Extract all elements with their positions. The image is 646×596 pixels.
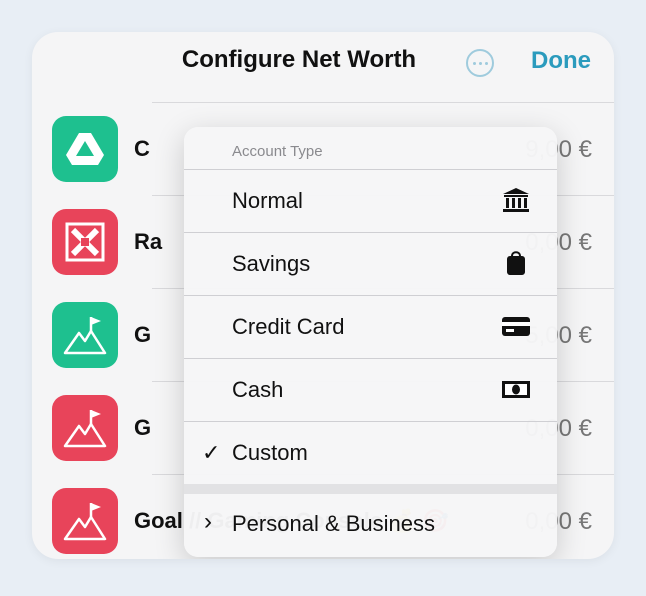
drive-icon <box>52 116 118 182</box>
divider <box>184 169 557 170</box>
menu-item-savings[interactable]: Savings <box>184 232 557 295</box>
divider <box>184 295 557 296</box>
menu-item-custom[interactable]: ✓ Custom <box>184 421 557 484</box>
page-title: Configure Net Worth <box>181 46 417 73</box>
account-type-menu: Account Type Normal Savings Credit Card <box>184 127 557 557</box>
bank-logo-icon <box>52 209 118 275</box>
menu-item-label: Normal <box>232 188 303 213</box>
menu-item-label: Savings <box>232 251 311 276</box>
divider <box>152 102 614 103</box>
section-divider <box>184 484 557 494</box>
menu-item-label: Cash <box>232 377 284 402</box>
menu-item-cash[interactable]: Cash <box>184 358 557 421</box>
checkmark-icon: ✓ <box>202 440 221 465</box>
account-name: C <box>134 136 150 161</box>
account-name: Ra <box>134 229 163 254</box>
menu-item-label: Custom <box>232 440 308 465</box>
account-name: G <box>134 322 152 347</box>
navigation-bar: Configure Net Worth Done <box>32 32 614 102</box>
mountain-flag-icon <box>52 395 118 461</box>
bag-icon <box>501 250 531 276</box>
divider <box>184 358 557 359</box>
banknote-icon <box>501 376 531 402</box>
ellipsis-circle-icon[interactable] <box>466 49 494 77</box>
menu-header: Account Type <box>232 143 323 160</box>
account-name: G <box>134 415 152 440</box>
chevron-right-icon: › <box>204 508 212 535</box>
bank-building-icon <box>501 187 531 213</box>
configure-net-worth-sheet: Configure Net Worth Done C 9,00 € Ra 0,0… <box>32 32 614 559</box>
done-button[interactable]: Done <box>531 47 591 75</box>
menu-item-normal[interactable]: Normal <box>184 169 557 232</box>
menu-item-label: Credit Card <box>232 314 345 339</box>
divider <box>184 232 557 233</box>
mountain-flag-icon <box>52 302 118 368</box>
submenu-label: Personal & Business <box>232 511 435 536</box>
mountain-flag-icon <box>52 488 118 554</box>
menu-item-credit-card[interactable]: Credit Card <box>184 295 557 358</box>
divider <box>184 421 557 422</box>
credit-card-icon <box>501 313 531 339</box>
submenu-personal-business[interactable]: › Personal & Business <box>184 494 557 557</box>
